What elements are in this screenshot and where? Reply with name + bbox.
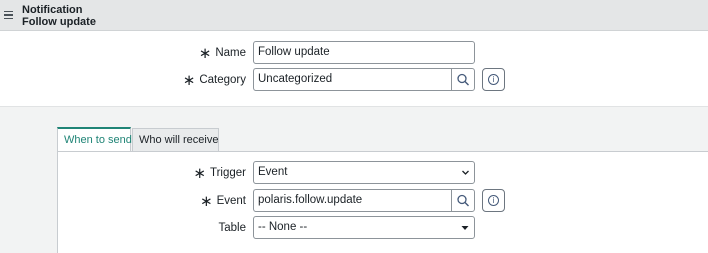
trigger-select[interactable]: Event [253, 161, 475, 184]
name-label-text: Name [215, 47, 246, 59]
table-select[interactable]: -- None -- [253, 216, 475, 239]
info-icon: i [488, 74, 499, 85]
table-select-value: -- None -- [258, 221, 308, 233]
trigger-label: ∗ Trigger [193, 165, 246, 182]
event-label-text: Event [216, 195, 246, 207]
category-input[interactable]: Uncategorized [253, 68, 451, 91]
event-input[interactable]: polaris.follow.update [253, 189, 451, 212]
tab-who-will-receive[interactable]: Who will receive [132, 128, 219, 152]
caret-down-icon [460, 217, 470, 246]
event-label: ∗ Event [200, 193, 246, 210]
info-icon: i [488, 195, 499, 206]
category-lookup-button[interactable] [451, 68, 475, 91]
name-label: ∗ Name [198, 45, 246, 62]
search-icon [457, 194, 469, 207]
page-title-type: Notification [22, 4, 83, 16]
search-icon [457, 73, 469, 86]
category-info-button[interactable]: i [482, 68, 505, 91]
table-label-text: Table [218, 222, 247, 234]
trigger-label-text: Trigger [210, 167, 246, 179]
page-title-record: Follow update [22, 16, 96, 28]
required-asterisk-icon: ∗ [182, 72, 196, 89]
page-title: Notification Follow update [22, 4, 96, 28]
required-asterisk-icon: ∗ [198, 45, 212, 62]
event-lookup-button[interactable] [451, 189, 475, 212]
table-label: Table [219, 222, 247, 234]
category-label: ∗ Category [182, 72, 246, 89]
required-asterisk-icon: ∗ [193, 165, 206, 182]
event-info-button[interactable]: i [482, 189, 505, 212]
page-header: Notification Follow update [0, 0, 708, 31]
tab-when-to-send[interactable]: When to send [57, 127, 132, 152]
required-asterisk-icon: ∗ [200, 193, 213, 210]
category-label-text: Category [199, 74, 246, 86]
name-input[interactable]: Follow update [253, 41, 475, 64]
chevron-down-icon [461, 162, 470, 191]
hamburger-menu-icon[interactable] [4, 11, 13, 20]
trigger-select-value: Event [258, 166, 288, 178]
